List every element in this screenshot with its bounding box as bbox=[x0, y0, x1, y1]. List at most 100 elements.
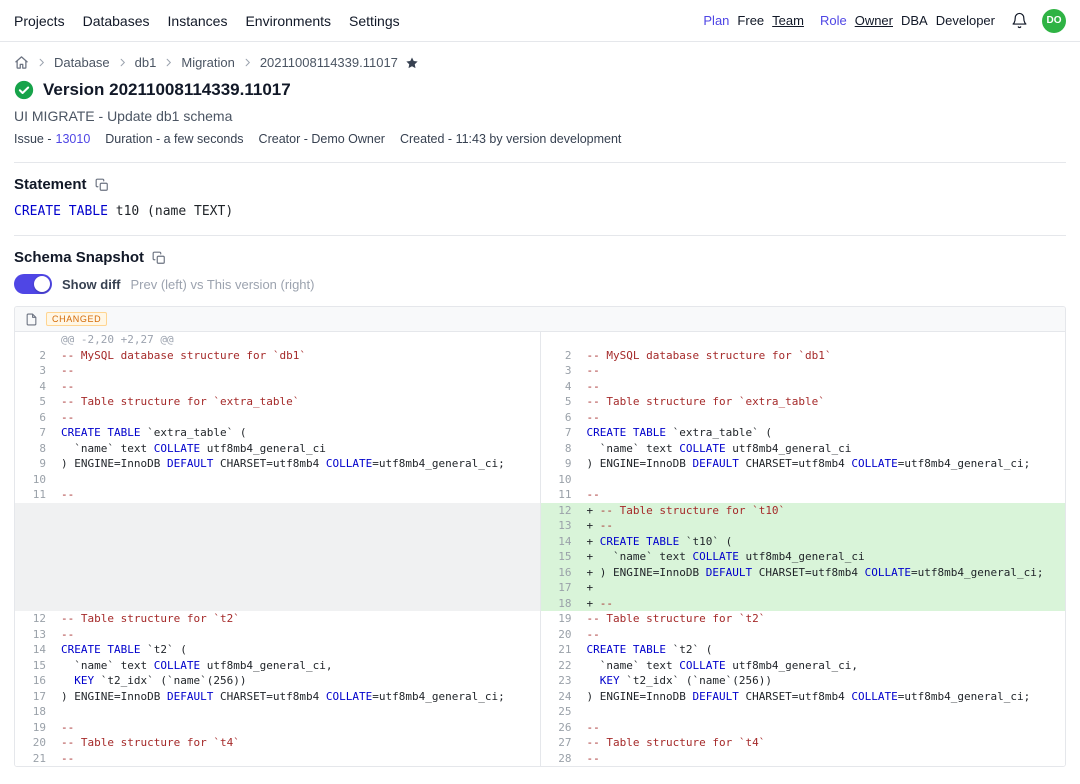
line-number bbox=[15, 580, 55, 596]
code-line: -- bbox=[55, 487, 540, 503]
code-line bbox=[55, 518, 540, 534]
line-number: 5 bbox=[540, 394, 581, 410]
line-number: 12 bbox=[540, 503, 581, 519]
code-line bbox=[55, 549, 540, 565]
issue-label: Issue - bbox=[14, 132, 52, 146]
changed-badge: CHANGED bbox=[46, 312, 107, 326]
issue-link[interactable]: 13010 bbox=[56, 132, 91, 146]
chevron-right-icon bbox=[242, 57, 253, 68]
chevron-right-icon bbox=[117, 57, 128, 68]
code-line: KEY `t2_idx` (`name`(256)) bbox=[581, 673, 1066, 689]
plan-label: Plan bbox=[703, 13, 729, 28]
copy-statement-icon[interactable] bbox=[95, 178, 109, 192]
sql-rest: t10 (name TEXT) bbox=[108, 204, 233, 219]
role-label: Role bbox=[820, 13, 847, 28]
line-number: 11 bbox=[540, 487, 581, 503]
code-line: KEY `t2_idx` (`name`(256)) bbox=[55, 673, 540, 689]
line-number: 16 bbox=[540, 565, 581, 581]
line-number: 4 bbox=[540, 379, 581, 395]
line-number bbox=[15, 596, 55, 612]
diff-grid: @@ -2,20 +2,27 @@2-- MySQL database stru… bbox=[15, 332, 1065, 766]
breadcrumb-db1[interactable]: db1 bbox=[135, 55, 157, 70]
code-line: CREATE TABLE `t2` ( bbox=[581, 642, 1066, 658]
code-line: -- Table structure for `t2` bbox=[55, 611, 540, 627]
code-line bbox=[55, 472, 540, 488]
code-line: + CREATE TABLE `t10` ( bbox=[581, 534, 1066, 550]
statement-section-header: Statement bbox=[14, 176, 1066, 193]
line-number bbox=[15, 534, 55, 550]
code-line: + -- bbox=[581, 518, 1066, 534]
statement-sql: CREATE TABLE t10 (name TEXT) bbox=[14, 204, 1066, 219]
code-line bbox=[55, 580, 540, 596]
home-icon[interactable] bbox=[14, 55, 29, 70]
version-header: Version 20211008114339.11017 bbox=[14, 80, 1066, 100]
breadcrumb-migration[interactable]: Migration bbox=[181, 55, 234, 70]
code-line: + -- Table structure for `t10` bbox=[581, 503, 1066, 519]
line-number: 10 bbox=[540, 472, 581, 488]
code-line: -- bbox=[581, 720, 1066, 736]
role-option-owner[interactable]: Owner bbox=[855, 13, 893, 28]
statement-heading: Statement bbox=[14, 176, 87, 193]
nav-item-projects[interactable]: Projects bbox=[14, 13, 65, 29]
code-line: ) ENGINE=InnoDB DEFAULT CHARSET=utf8mb4 … bbox=[581, 456, 1066, 472]
line-number bbox=[15, 518, 55, 534]
line-number: 8 bbox=[15, 441, 55, 457]
code-line: -- MySQL database structure for `db1` bbox=[581, 348, 1066, 364]
line-number: 19 bbox=[15, 720, 55, 736]
code-line: `name` text COLLATE utf8mb4_general_ci, bbox=[55, 658, 540, 674]
nav-item-environments[interactable]: Environments bbox=[245, 13, 331, 29]
line-number: 3 bbox=[15, 363, 55, 379]
meta-row: Issue -13010 Duration - a few seconds Cr… bbox=[14, 132, 1066, 146]
show-diff-row: Show diff Prev (left) vs This version (r… bbox=[14, 274, 1066, 294]
schema-diff-panel: CHANGED @@ -2,20 +2,27 @@2-- MySQL datab… bbox=[14, 306, 1066, 767]
code-line: -- bbox=[581, 363, 1066, 379]
code-line: `name` text COLLATE utf8mb4_general_ci bbox=[581, 441, 1066, 457]
line-number: 7 bbox=[15, 425, 55, 441]
code-line: -- bbox=[581, 487, 1066, 503]
breadcrumb-database[interactable]: Database bbox=[54, 55, 110, 70]
line-number: 11 bbox=[15, 487, 55, 503]
avatar[interactable]: DO bbox=[1042, 9, 1066, 33]
copy-schema-icon[interactable] bbox=[152, 251, 166, 265]
success-check-icon bbox=[14, 80, 34, 100]
line-number: 17 bbox=[15, 689, 55, 705]
line-number: 27 bbox=[540, 735, 581, 751]
notification-bell-icon[interactable] bbox=[1011, 12, 1028, 29]
nav-right: Plan Free Team Role Owner DBA Developer … bbox=[703, 9, 1066, 33]
breadcrumb-version[interactable]: 20211008114339.11017 bbox=[260, 55, 398, 70]
page-title: Version 20211008114339.11017 bbox=[43, 80, 291, 100]
divider bbox=[14, 162, 1066, 163]
nav-item-databases[interactable]: Databases bbox=[83, 13, 150, 29]
plan-option-free[interactable]: Free bbox=[737, 13, 764, 28]
line-number: 26 bbox=[540, 720, 581, 736]
code-line bbox=[581, 472, 1066, 488]
line-number: 5 bbox=[15, 394, 55, 410]
migration-subtitle: UI MIGRATE - Update db1 schema bbox=[14, 108, 1066, 124]
show-diff-hint: Prev (left) vs This version (right) bbox=[131, 277, 315, 292]
code-line: CREATE TABLE `t2` ( bbox=[55, 642, 540, 658]
code-line: -- bbox=[55, 627, 540, 643]
code-line: ) ENGINE=InnoDB DEFAULT CHARSET=utf8mb4 … bbox=[55, 456, 540, 472]
code-line: -- bbox=[581, 410, 1066, 426]
show-diff-toggle[interactable] bbox=[14, 274, 52, 294]
nav-item-instances[interactable]: Instances bbox=[168, 13, 228, 29]
code-line: `name` text COLLATE utf8mb4_general_ci bbox=[55, 441, 540, 457]
code-line: -- bbox=[55, 379, 540, 395]
role-option-dba[interactable]: DBA bbox=[901, 13, 928, 28]
sql-keyword: CREATE TABLE bbox=[14, 204, 108, 219]
line-number: 2 bbox=[15, 348, 55, 364]
role-option-developer[interactable]: Developer bbox=[936, 13, 995, 28]
diff-header: CHANGED bbox=[15, 307, 1065, 332]
code-line: -- bbox=[581, 379, 1066, 395]
nav-item-settings[interactable]: Settings bbox=[349, 13, 400, 29]
breadcrumb: Database db1 Migration 20211008114339.11… bbox=[14, 55, 1066, 70]
code-line: + -- bbox=[581, 596, 1066, 612]
line-number: 20 bbox=[540, 627, 581, 643]
code-line bbox=[55, 534, 540, 550]
line-number: 10 bbox=[15, 472, 55, 488]
favorite-star-icon[interactable] bbox=[405, 56, 419, 70]
line-number: 9 bbox=[15, 456, 55, 472]
plan-option-team[interactable]: Team bbox=[772, 13, 804, 28]
line-number: 28 bbox=[540, 751, 581, 767]
code-line bbox=[581, 704, 1066, 720]
